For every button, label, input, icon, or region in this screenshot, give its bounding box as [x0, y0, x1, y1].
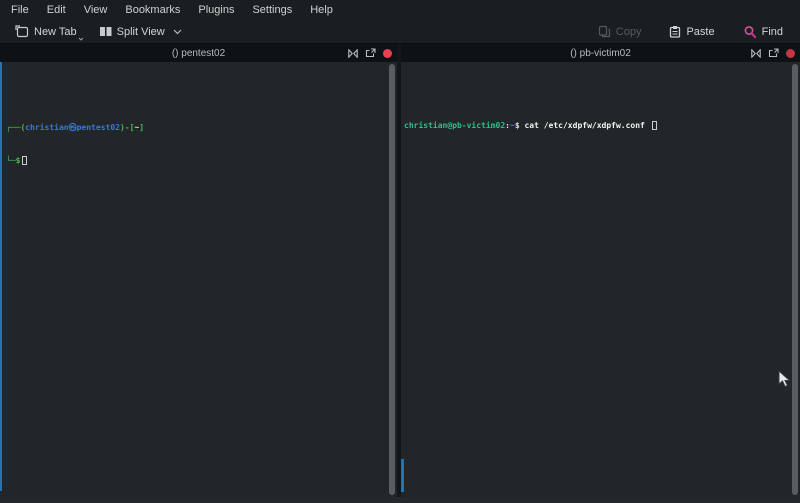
- split-view-button[interactable]: Split View: [92, 24, 189, 40]
- pane-header-right[interactable]: () pb-victim02: [401, 44, 800, 62]
- toolbar-right-group: Copy Paste: [591, 23, 790, 41]
- paste-label: Paste: [686, 26, 714, 38]
- close-icon[interactable]: [786, 49, 795, 58]
- copy-button[interactable]: Copy: [591, 23, 649, 40]
- pane-title-right: () pb-victim02: [570, 48, 631, 59]
- detach-icon[interactable]: [365, 48, 376, 58]
- menu-view[interactable]: View: [75, 1, 117, 19]
- menu-bookmarks[interactable]: Bookmarks: [116, 1, 189, 19]
- pane-controls-left: [348, 44, 392, 62]
- terminal-pane-pb-victim02: () pb-victim02: [401, 44, 800, 497]
- split-view-chevron-icon: [173, 29, 182, 35]
- focus-accent-segment: [401, 459, 404, 492]
- new-tab-icon: [15, 25, 29, 38]
- terminal-screen-pentest02[interactable]: ┌──(christian㉿pentest02)-[~] └─$: [0, 62, 397, 497]
- terminal-cursor: [22, 156, 27, 165]
- prompt-line: christian@pb-victim02:~$ cat /etc/xdpfw/…: [404, 120, 800, 131]
- terminal-screen-pb-victim02[interactable]: christian@pb-victim02:~$ cat /etc/xdpfw/…: [401, 62, 800, 497]
- paste-icon: [669, 25, 681, 38]
- menu-edit[interactable]: Edit: [38, 1, 75, 19]
- window-bottom-edge: [0, 497, 800, 503]
- menu-settings[interactable]: Settings: [243, 1, 301, 19]
- konsole-window: File Edit View Bookmarks Plugins Setting…: [0, 0, 800, 503]
- prompt-line-1: ┌──(christian㉿pentest02)-[~]: [6, 122, 397, 133]
- new-tab-button[interactable]: New Tab: [8, 23, 84, 40]
- paste-button[interactable]: Paste: [662, 23, 721, 40]
- copy-icon: [598, 25, 611, 38]
- pane-header-left[interactable]: () pentest02: [0, 44, 397, 62]
- detach-icon[interactable]: [768, 48, 779, 58]
- terminal-pane-pentest02: () pentest02: [0, 44, 397, 497]
- new-tab-chevron-icon: [78, 37, 84, 41]
- new-tab-label: New Tab: [34, 26, 77, 38]
- maximize-icon[interactable]: [348, 49, 358, 58]
- menu-help[interactable]: Help: [301, 1, 342, 19]
- menu-bar: File Edit View Bookmarks Plugins Setting…: [0, 0, 800, 20]
- find-icon: [743, 25, 757, 39]
- copy-label: Copy: [616, 26, 642, 38]
- terminal-cursor: [652, 121, 657, 130]
- find-label: Find: [762, 26, 783, 38]
- terminal-output-right: christian@pb-victim02:~$ cat /etc/xdpfw/…: [401, 95, 800, 153]
- split-view-container: () pentest02: [0, 43, 800, 497]
- menu-file[interactable]: File: [2, 1, 38, 19]
- scrollbar-right-pane[interactable]: [792, 64, 798, 495]
- scrollbar-left-pane[interactable]: [389, 64, 395, 495]
- toolbar: New Tab Split View: [0, 20, 800, 43]
- find-button[interactable]: Find: [736, 23, 790, 41]
- split-view-label: Split View: [117, 26, 165, 38]
- terminal-output-left: ┌──(christian㉿pentest02)-[~] └─$: [0, 95, 397, 188]
- focus-accent-line: [0, 62, 2, 491]
- prompt-line-2: └─$: [6, 155, 397, 166]
- pane-controls-right: [751, 44, 795, 62]
- close-icon[interactable]: [383, 49, 392, 58]
- pane-title-left: () pentest02: [172, 48, 225, 59]
- menu-plugins[interactable]: Plugins: [189, 1, 243, 19]
- maximize-icon[interactable]: [751, 49, 761, 58]
- split-view-icon: [99, 26, 112, 37]
